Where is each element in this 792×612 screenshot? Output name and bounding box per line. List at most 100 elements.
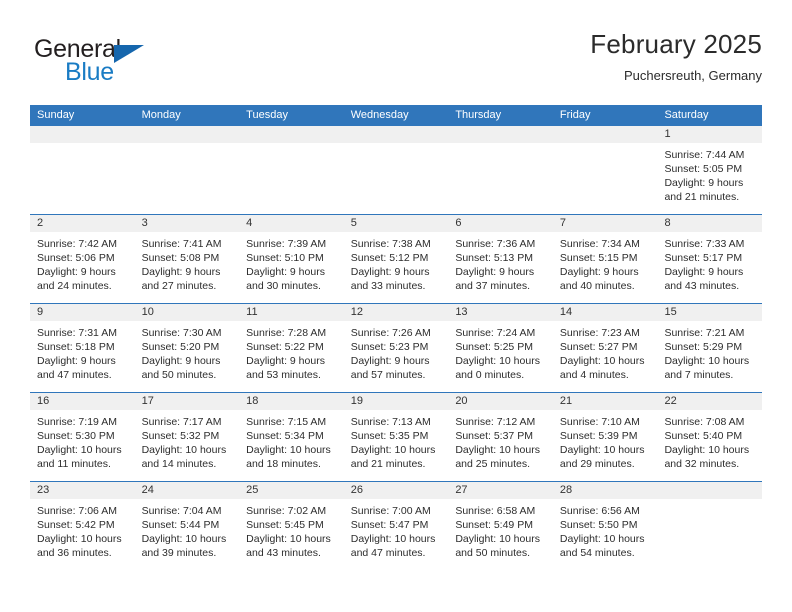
sunset-text: Sunset: 5:15 PM xyxy=(559,252,638,264)
general-blue-logo[interactable]: General Blue xyxy=(34,36,234,90)
day-cell[interactable]: 14 Sunrise: 7:23 AM Sunset: 5:27 PM Dayligh… xyxy=(552,304,658,392)
day-cell[interactable]: 22 Sunrise: 7:08 AM Sunset: 5:40 PM Dayligh… xyxy=(657,393,763,481)
sunrise-text: Sunrise: 7:12 AM xyxy=(455,416,536,428)
day-cell-empty xyxy=(343,126,449,214)
brand-triangle-icon xyxy=(114,45,144,63)
day-details: Sunrise: 7:23 AM Sunset: 5:27 PM Daylight:… xyxy=(552,321,658,392)
daylight-text-cont: and 25 minutes. xyxy=(455,458,531,470)
calendar-week-row: 23 Sunrise: 7:06 AM Sunset: 5:42 PM Dayligh… xyxy=(30,481,763,570)
sunrise-text: Sunrise: 7:08 AM xyxy=(664,416,745,428)
day-cell[interactable]: 12 Sunrise: 7:26 AM Sunset: 5:23 PM Dayligh… xyxy=(343,304,449,392)
page-header: General Blue February 2025 Puchersreuth,… xyxy=(30,28,762,100)
daylight-text: Daylight: 10 hours xyxy=(37,533,122,545)
day-number-band: 14 xyxy=(552,304,658,321)
day-cell[interactable]: 6 Sunrise: 7:36 AM Sunset: 5:13 PM Daylight… xyxy=(448,215,553,303)
day-number: 3 xyxy=(141,217,148,229)
daylight-text-cont: and 21 minutes. xyxy=(664,191,740,203)
daylight-text-cont: and 24 minutes. xyxy=(37,280,112,292)
day-details: Sunrise: 7:12 AM Sunset: 5:37 PM Daylight:… xyxy=(448,410,553,481)
day-details: Sunrise: 7:38 AM Sunset: 5:12 PM Daylight:… xyxy=(343,232,449,303)
daylight-text-cont: and 0 minutes. xyxy=(455,369,525,381)
day-number-band xyxy=(657,482,763,499)
day-cell[interactable]: 24 Sunrise: 7:04 AM Sunset: 5:44 PM Dayligh… xyxy=(134,482,240,570)
day-number: 19 xyxy=(350,395,363,407)
day-details: Sunrise: 7:21 AM Sunset: 5:29 PM Daylight:… xyxy=(657,321,763,392)
day-cell[interactable]: 13 Sunrise: 7:24 AM Sunset: 5:25 PM Dayligh… xyxy=(448,304,553,392)
day-details: Sunrise: 6:58 AM Sunset: 5:49 PM Daylight:… xyxy=(448,499,553,570)
day-cell[interactable]: 23 Sunrise: 7:06 AM Sunset: 5:42 PM Dayligh… xyxy=(30,482,135,570)
daylight-text-cont: and 27 minutes. xyxy=(141,280,217,292)
day-cell[interactable]: 17 Sunrise: 7:17 AM Sunset: 5:32 PM Dayligh… xyxy=(134,393,240,481)
day-cell[interactable]: 19 Sunrise: 7:13 AM Sunset: 5:35 PM Dayligh… xyxy=(343,393,449,481)
sunset-text: Sunset: 5:39 PM xyxy=(559,430,638,442)
daylight-text: Daylight: 10 hours xyxy=(559,533,645,545)
page-title: February 2025 xyxy=(590,29,762,59)
day-number-band: 8 xyxy=(657,215,763,232)
day-number-band xyxy=(343,126,449,143)
sunrise-text: Sunrise: 7:10 AM xyxy=(559,416,640,428)
day-details: Sunrise: 7:34 AM Sunset: 5:15 PM Daylight:… xyxy=(552,232,658,303)
daylight-text: Daylight: 10 hours xyxy=(141,533,227,545)
day-details: Sunrise: 7:42 AM Sunset: 5:06 PM Daylight:… xyxy=(30,232,135,303)
day-cell[interactable]: 10 Sunrise: 7:30 AM Sunset: 5:20 PM Dayligh… xyxy=(134,304,240,392)
day-number: 7 xyxy=(559,217,567,229)
day-cell[interactable]: 1 Sunrise: 7:44 AM Sunset: 5:05 PM Daylight… xyxy=(657,126,763,214)
day-cell[interactable]: 20 Sunrise: 7:12 AM Sunset: 5:37 PM Dayligh… xyxy=(448,393,553,481)
daylight-text-cont: and 11 minutes. xyxy=(37,458,111,470)
daylight-text-cont: and 53 minutes. xyxy=(246,369,321,381)
day-cell[interactable]: 25 Sunrise: 7:02 AM Sunset: 5:45 PM Dayligh… xyxy=(239,482,344,570)
day-details: Sunrise: 7:04 AM Sunset: 5:44 PM Daylight:… xyxy=(134,499,240,570)
day-number-band xyxy=(239,126,344,143)
daylight-text: Daylight: 10 hours xyxy=(559,444,645,456)
day-cell[interactable]: 9 Sunrise: 7:31 AM Sunset: 5:18 PM Daylight… xyxy=(30,304,135,392)
day-details: Sunrise: 7:41 AM Sunset: 5:08 PM Daylight:… xyxy=(134,232,240,303)
day-cell[interactable]: 2 Sunrise: 7:42 AM Sunset: 5:06 PM Daylight… xyxy=(30,215,135,303)
day-cell[interactable]: 5 Sunrise: 7:38 AM Sunset: 5:12 PM Daylight… xyxy=(343,215,449,303)
daylight-text: Daylight: 10 hours xyxy=(37,444,122,456)
calendar-week-row: 9 Sunrise: 7:31 AM Sunset: 5:18 PM Daylight… xyxy=(30,303,763,392)
sunrise-text: Sunrise: 7:23 AM xyxy=(559,327,640,339)
day-details: Sunrise: 7:17 AM Sunset: 5:32 PM Daylight:… xyxy=(134,410,240,481)
day-cell[interactable]: 18 Sunrise: 7:15 AM Sunset: 5:34 PM Dayligh… xyxy=(239,393,344,481)
day-cell-empty xyxy=(239,126,344,214)
sunset-text: Sunset: 5:34 PM xyxy=(246,430,324,442)
day-cell[interactable]: 26 Sunrise: 7:00 AM Sunset: 5:47 PM Dayligh… xyxy=(343,482,449,570)
sunset-text: Sunset: 5:32 PM xyxy=(141,430,220,442)
daylight-text: Daylight: 10 hours xyxy=(350,444,436,456)
day-cell[interactable]: 4 Sunrise: 7:39 AM Sunset: 5:10 PM Daylight… xyxy=(239,215,344,303)
sunset-text: Sunset: 5:13 PM xyxy=(455,252,533,264)
day-cell[interactable]: 27 Sunrise: 6:58 AM Sunset: 5:49 PM Dayligh… xyxy=(448,482,553,570)
day-details xyxy=(657,499,763,570)
sunrise-text: Sunrise: 7:28 AM xyxy=(246,327,327,339)
day-number-band: 25 xyxy=(239,482,344,499)
daylight-text-cont: and 18 minutes. xyxy=(246,458,321,470)
day-cell[interactable]: 21 Sunrise: 7:10 AM Sunset: 5:39 PM Dayligh… xyxy=(552,393,658,481)
sunrise-text: Sunrise: 7:24 AM xyxy=(455,327,536,339)
day-number-band xyxy=(30,126,135,143)
day-number-band: 27 xyxy=(448,482,553,499)
day-details xyxy=(448,143,553,214)
sunset-text: Sunset: 5:12 PM xyxy=(350,252,429,264)
day-cell[interactable]: 3 Sunrise: 7:41 AM Sunset: 5:08 PM Daylight… xyxy=(134,215,240,303)
weekday-header-saturday: Saturday xyxy=(664,109,709,121)
sunrise-text: Sunrise: 7:21 AM xyxy=(664,327,745,339)
daylight-text: Daylight: 10 hours xyxy=(455,533,540,545)
sunset-text: Sunset: 5:50 PM xyxy=(559,519,638,531)
daylight-text: Daylight: 9 hours xyxy=(559,266,639,278)
daylight-text: Daylight: 9 hours xyxy=(246,355,325,367)
day-number: 21 xyxy=(559,395,573,407)
weekday-header-tuesday: Tuesday xyxy=(246,109,288,121)
day-number-band: 13 xyxy=(448,304,553,321)
day-cell[interactable]: 11 Sunrise: 7:28 AM Sunset: 5:22 PM Dayligh… xyxy=(239,304,344,392)
day-cell[interactable]: 7 Sunrise: 7:34 AM Sunset: 5:15 PM Daylight… xyxy=(552,215,658,303)
day-cell-empty xyxy=(657,482,763,570)
day-cell[interactable]: 15 Sunrise: 7:21 AM Sunset: 5:29 PM Dayligh… xyxy=(657,304,763,392)
day-cell[interactable]: 16 Sunrise: 7:19 AM Sunset: 5:30 PM Dayligh… xyxy=(30,393,135,481)
day-details: Sunrise: 7:02 AM Sunset: 5:45 PM Daylight:… xyxy=(239,499,344,570)
calendar-week-row: 16 Sunrise: 7:19 AM Sunset: 5:30 PM Dayligh… xyxy=(30,392,763,481)
day-cell[interactable]: 8 Sunrise: 7:33 AM Sunset: 5:17 PM Daylight… xyxy=(657,215,763,303)
daylight-text-cont: and 4 minutes. xyxy=(559,369,629,381)
day-number: 11 xyxy=(246,306,258,318)
sunrise-text: Sunrise: 7:33 AM xyxy=(664,238,745,250)
day-cell[interactable]: 28 Sunrise: 6:56 AM Sunset: 5:50 PM Dayligh… xyxy=(552,482,658,570)
